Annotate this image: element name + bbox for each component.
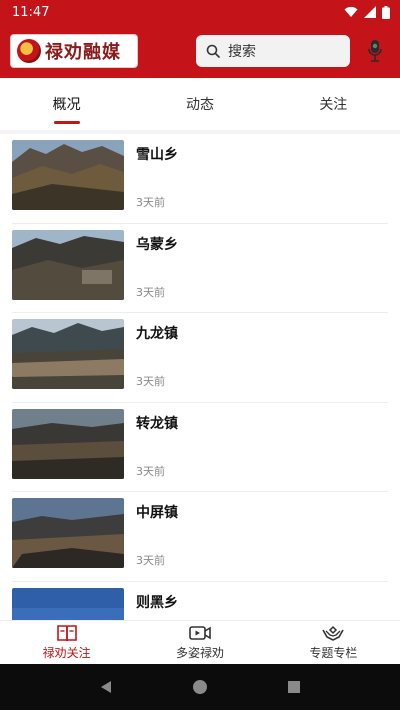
- item-time: 3天前: [136, 464, 165, 478]
- app-screen: 11:47 禄劝融媒 搜索 概况 动态 关注 雪山乡 3天前 乌蒙乡 3天前 九…: [0, 0, 400, 710]
- thumbnail-image: [12, 229, 124, 300]
- logo-text: 禄劝融媒: [45, 42, 121, 63]
- thumbnail-image: [12, 319, 124, 389]
- item-time: 3天前: [136, 285, 165, 299]
- recents-icon[interactable]: [287, 680, 301, 694]
- item-title: 中屏镇: [136, 505, 178, 521]
- microphone-icon: [368, 40, 382, 62]
- nav-special-topics[interactable]: 专题专栏: [267, 621, 400, 664]
- thumbnail-image: [12, 587, 124, 620]
- item-title: 转龙镇: [136, 415, 178, 432]
- voice-button[interactable]: [364, 37, 386, 65]
- item-time: 3天前: [136, 375, 165, 388]
- list-item[interactable]: 乌蒙乡 3天前: [12, 224, 388, 313]
- status-time: 11:47: [12, 4, 50, 20]
- tab-bar: 概况 动态 关注: [0, 78, 400, 130]
- thumbnail-image: [12, 498, 124, 568]
- thumbnail-image: [12, 140, 124, 210]
- list-item[interactable]: 则黑乡: [12, 582, 388, 620]
- nav-label: 专题专栏: [309, 646, 358, 660]
- bottom-nav: 禄劝关注 多姿禄劝 专题专栏: [0, 620, 400, 664]
- tab-overview[interactable]: 概况: [0, 78, 133, 130]
- status-bar: 11:47: [0, 0, 400, 24]
- video-icon: [189, 626, 211, 640]
- nav-lq-focus[interactable]: 禄劝关注: [0, 621, 133, 664]
- list-item[interactable]: 中屏镇 3天前: [12, 492, 388, 582]
- system-nav-bar: [0, 664, 400, 710]
- tab-follow[interactable]: 关注: [267, 78, 400, 130]
- item-title: 则黑乡: [136, 594, 178, 611]
- home-icon[interactable]: [192, 679, 208, 695]
- signal-icon: [364, 6, 376, 18]
- item-time: 3天前: [136, 554, 165, 567]
- list-item[interactable]: 转龙镇 3天前: [12, 403, 388, 492]
- app-bar: 禄劝融媒 搜索: [0, 24, 400, 78]
- hands-icon: [322, 625, 345, 641]
- search-input[interactable]: 搜索: [196, 35, 350, 67]
- back-icon[interactable]: [99, 680, 113, 694]
- thumbnail-image: [12, 408, 124, 479]
- list-item[interactable]: 雪山乡 3天前: [12, 134, 388, 224]
- search-icon: [206, 44, 220, 58]
- tab-news[interactable]: 动态: [133, 78, 266, 130]
- app-logo[interactable]: 禄劝融媒: [10, 34, 138, 68]
- town-list: 雪山乡 3天前 乌蒙乡 3天前 九龙镇 3天前 转龙镇 3天前 中屏镇 3天前 …: [0, 134, 400, 620]
- nav-label: 禄劝关注: [42, 646, 91, 660]
- search-placeholder: 搜索: [228, 44, 256, 60]
- item-time: 3天前: [136, 196, 165, 209]
- item-title: 雪山乡: [136, 147, 178, 163]
- nav-label: 多姿禄劝: [175, 646, 224, 660]
- status-icons: [344, 5, 390, 19]
- list-item[interactable]: 九龙镇 3天前: [12, 313, 388, 403]
- logo-emblem-icon: [17, 39, 41, 63]
- item-title: 乌蒙乡: [136, 236, 178, 253]
- item-title: 九龙镇: [136, 326, 178, 342]
- battery-icon: [382, 5, 390, 19]
- nav-scenery[interactable]: 多姿禄劝: [133, 621, 266, 664]
- wifi-icon: [344, 6, 358, 17]
- book-icon: [56, 625, 77, 642]
